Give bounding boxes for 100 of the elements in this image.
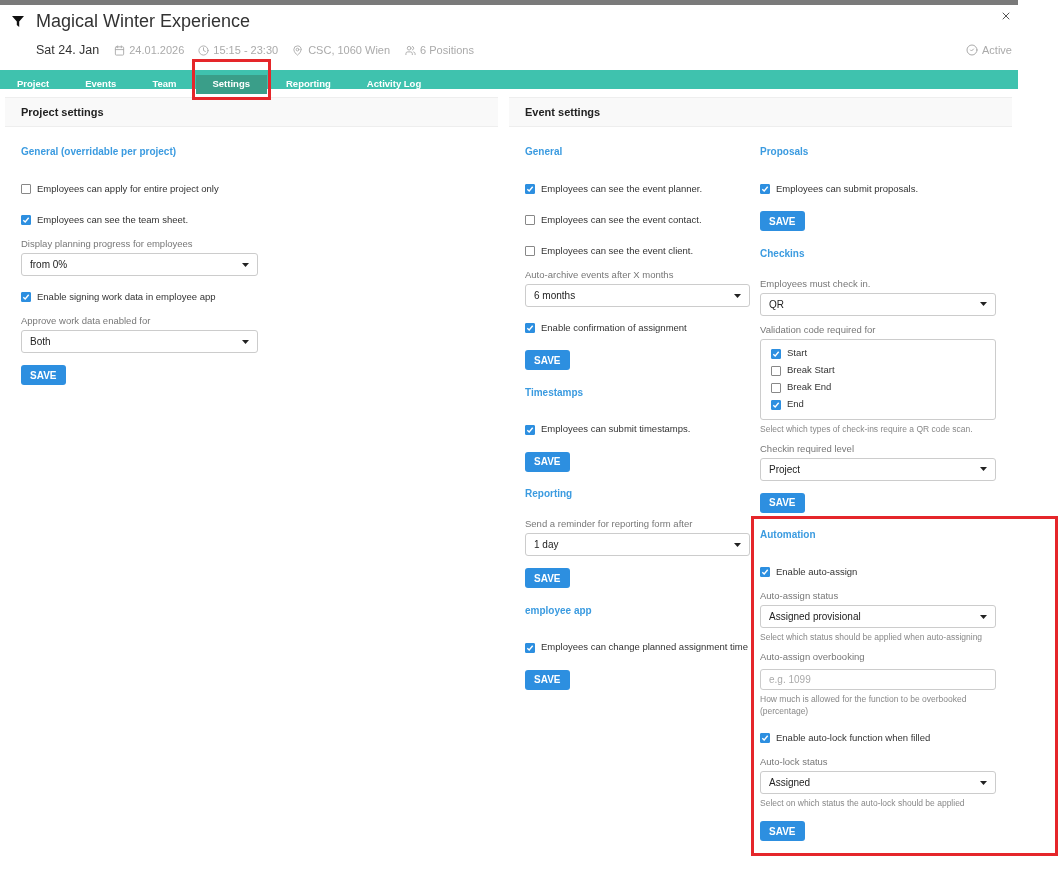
save-button[interactable]: SAVE <box>525 669 570 690</box>
checkbox[interactable] <box>525 424 535 435</box>
dropdown[interactable]: Assigned provisional <box>760 605 996 628</box>
section-heading: Proposals <box>760 145 810 158</box>
checkbox-label: Enable auto-assign <box>776 564 858 579</box>
checkbox[interactable] <box>771 399 781 410</box>
field-label: Employees must check in. <box>760 277 872 290</box>
field-label: Checkin required level <box>760 442 855 455</box>
checkbox-label: Start <box>787 346 808 361</box>
checkbox[interactable] <box>21 215 31 225</box>
tab[interactable]: Activity Log <box>349 74 439 94</box>
section-heading: Timestamps <box>525 385 585 399</box>
checkbox-label: Employees can see the event client. <box>541 243 694 258</box>
checkbox-label: Enable confirmation of assignment <box>541 320 687 335</box>
caret-icon <box>980 614 987 619</box>
dropdown[interactable]: 6 months <box>525 284 750 307</box>
positions-count: 6 Positions <box>420 42 474 58</box>
event-location: CSC, 1060 Wien <box>308 42 391 58</box>
field-label: Send a reminder for reporting form after <box>525 518 694 530</box>
location-pin-icon <box>292 44 304 56</box>
checkbox[interactable] <box>760 733 770 743</box>
field-label: Display planning progress for employees <box>21 238 194 250</box>
save-button[interactable]: SAVE <box>21 365 66 385</box>
checkbox[interactable] <box>525 246 535 256</box>
checkbox[interactable] <box>21 184 31 194</box>
checkbox-label: Employees can submit proposals. <box>776 181 919 196</box>
checkbox[interactable] <box>771 382 781 393</box>
checkbox[interactable] <box>525 642 535 653</box>
section-heading: Automation <box>760 528 817 541</box>
checkbox-label: Enable auto-lock function when filled <box>776 730 931 745</box>
help-text: Select which types of check-ins require a QR code scan. <box>760 422 974 435</box>
save-button[interactable]: SAVE <box>760 211 805 231</box>
checkbox-label: End <box>787 397 804 412</box>
checkbox[interactable] <box>771 348 781 359</box>
dropdown[interactable]: from 0% <box>21 253 258 276</box>
checkbox-label: Employees can apply for entire project only <box>37 181 219 196</box>
section-heading: General (overridable per project) <box>21 145 178 158</box>
tab[interactable]: Events <box>68 74 134 94</box>
section-heading: employee app <box>525 603 593 617</box>
checkbox-label: Employees can change planned assignment time <box>541 640 748 655</box>
checkbox-label: Employees can see the team sheet. <box>37 212 189 227</box>
dropdown[interactable]: Assigned <box>760 771 996 794</box>
caret-icon <box>734 293 741 298</box>
tab[interactable]: Team <box>135 74 194 94</box>
people-icon <box>404 44 418 56</box>
panel-header: Project settings <box>5 97 498 127</box>
save-button[interactable]: SAVE <box>760 821 805 841</box>
checkbox[interactable] <box>760 184 770 194</box>
field-label: Approve work data enabled for <box>21 315 152 327</box>
checkbox[interactable] <box>525 215 535 225</box>
dropdown[interactable]: 1 day <box>525 533 750 556</box>
section-heading: Checkins <box>760 246 806 260</box>
caret-icon <box>980 780 987 785</box>
field-label: Auto-assign status <box>760 590 840 602</box>
section-heading: General <box>525 145 564 158</box>
save-button[interactable]: SAVE <box>525 350 570 370</box>
field-label: Validation code required for <box>760 323 877 336</box>
check-circle-icon <box>966 44 979 56</box>
caret-icon <box>242 262 249 267</box>
checkbox-label: Break End <box>787 380 832 395</box>
event-time: 15:15 - 23:30 <box>213 42 279 58</box>
help-text: Select which status should be applied when auto-assigning <box>760 631 984 643</box>
checkbox[interactable] <box>771 365 781 376</box>
calendar-icon <box>114 44 126 56</box>
help-text: Select on which status the auto-lock should be applied <box>760 797 966 809</box>
project-title: Magical Winter Experience <box>36 9 251 33</box>
panel-header: Event settings <box>509 97 1012 127</box>
checkbox[interactable] <box>525 323 535 333</box>
checkbox[interactable] <box>760 567 770 577</box>
event-day: Sat 24. Jan <box>36 40 100 60</box>
field-label: Auto-lock status <box>760 756 829 768</box>
field-label: Auto-archive events after X months <box>525 269 675 281</box>
caret-icon <box>734 542 741 547</box>
dropdown[interactable]: Both <box>21 330 258 353</box>
field-label: Auto-assign overbooking <box>760 651 866 663</box>
checkbox-label: Employees can see the event contact. <box>541 212 702 227</box>
close-icon[interactable] <box>1000 10 1012 22</box>
dropdown[interactable]: QR <box>760 292 996 316</box>
checkbox-label: Employees can submit timestamps. <box>541 422 691 437</box>
clock-icon <box>198 44 210 56</box>
caret-icon <box>980 467 987 471</box>
filter-icon[interactable] <box>12 15 24 27</box>
checkbox-label: Enable signing work data in employee app <box>37 289 216 304</box>
caret-icon <box>242 339 249 344</box>
caret-icon <box>980 302 987 306</box>
tab[interactable]: Reporting <box>269 74 348 94</box>
input-field[interactable]: e.g. 1099 <box>760 669 996 690</box>
save-button[interactable]: SAVE <box>525 451 570 472</box>
status-label: Active <box>982 42 1012 58</box>
save-button[interactable]: SAVE <box>525 568 570 588</box>
dropdown[interactable]: Project <box>760 457 996 481</box>
checkbox-label: Break Start <box>787 363 835 378</box>
checkbox[interactable] <box>525 184 535 194</box>
checkbox[interactable] <box>21 292 31 302</box>
event-date: 24.01.2026 <box>129 42 185 58</box>
help-text: How much is allowed for the function to be overbooked (percentage) <box>760 693 968 717</box>
save-button[interactable]: SAVE <box>760 492 805 513</box>
checkbox-label: Employees can see the event planner. <box>541 181 703 196</box>
section-heading: Reporting <box>525 487 574 500</box>
tab[interactable]: Project <box>0 74 67 94</box>
